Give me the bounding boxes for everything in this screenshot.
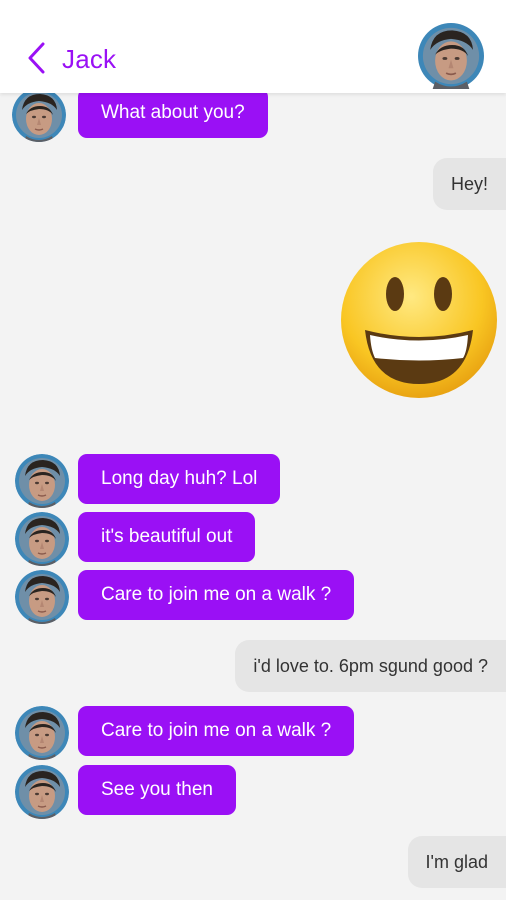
incoming-message[interactable]: Long day huh? Lol <box>78 454 281 504</box>
sender-avatar <box>12 88 66 142</box>
sender-avatar <box>15 454 69 508</box>
contact-avatar[interactable] <box>418 23 484 89</box>
outgoing-message[interactable]: I'm glad <box>407 836 506 888</box>
incoming-message[interactable]: it's beautiful out <box>78 512 256 562</box>
chat-header: Jack <box>0 0 506 93</box>
contact-name[interactable]: Jack <box>62 44 116 75</box>
outgoing-message[interactable]: i'd love to. 6pm sgund good ? <box>235 640 506 692</box>
incoming-message[interactable]: Care to join me on a walk ? <box>78 706 355 756</box>
incoming-message[interactable]: Care to join me on a walk ? <box>78 570 355 620</box>
sender-avatar <box>15 706 69 760</box>
incoming-message[interactable]: See you then <box>78 765 236 815</box>
sender-avatar <box>15 765 69 819</box>
chat-screen: Jack What about you? Hey! Long day huh? … <box>0 0 506 900</box>
incoming-message[interactable]: What about you? <box>78 88 268 138</box>
chevron-left-icon <box>25 41 47 80</box>
back-button[interactable] <box>18 40 54 80</box>
grinning-face-emoji[interactable] <box>339 240 499 400</box>
sender-avatar <box>15 570 69 624</box>
sender-avatar <box>15 512 69 566</box>
outgoing-message[interactable]: Hey! <box>432 158 506 210</box>
